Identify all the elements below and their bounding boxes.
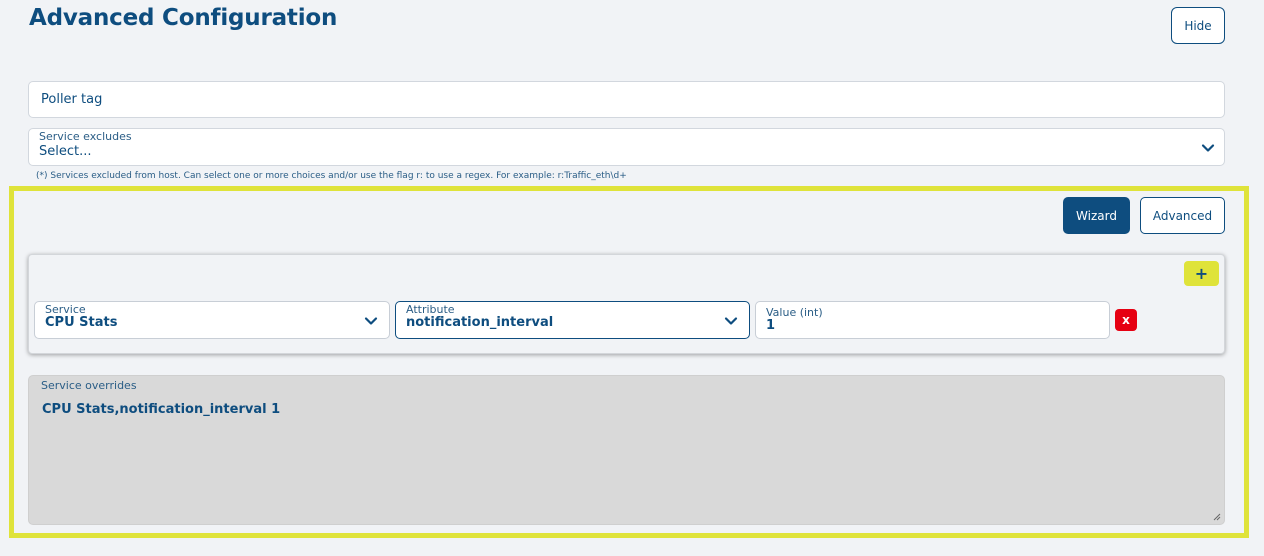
poller-tag-input[interactable]: Poller tag — [28, 81, 1225, 118]
service-select[interactable]: Service CPU Stats — [34, 301, 390, 339]
service-excludes-select[interactable]: Service excludes Select... — [28, 128, 1225, 166]
service-select-value: CPU Stats — [45, 315, 118, 330]
service-overrides-label: Service overrides — [41, 379, 137, 392]
value-input[interactable]: Value (int) 1 — [755, 301, 1110, 339]
advanced-button[interactable]: Advanced — [1140, 197, 1225, 234]
wizard-button[interactable]: Wizard — [1063, 197, 1130, 234]
service-overrides-value: CPU Stats,notification_interval 1 — [42, 402, 281, 417]
attribute-select-value: notification_interval — [406, 315, 554, 330]
poller-tag-value: Poller tag — [41, 92, 103, 107]
value-input-value: 1 — [766, 318, 776, 333]
service-excludes-help: (*) Services excluded from host. Can sel… — [36, 171, 627, 181]
hide-button[interactable]: Hide — [1171, 7, 1225, 44]
chevron-down-icon — [724, 317, 738, 325]
service-overrides-textarea[interactable]: Service overrides CPU Stats,notification… — [28, 375, 1225, 525]
remove-override-button[interactable]: x — [1115, 309, 1137, 331]
attribute-select[interactable]: Attribute notification_interval — [395, 301, 750, 339]
resize-grip-icon[interactable] — [1213, 513, 1221, 521]
add-override-button[interactable]: + — [1184, 261, 1219, 286]
chevron-down-icon — [1201, 144, 1215, 152]
service-excludes-label: Service excludes — [39, 130, 132, 143]
service-excludes-value: Select... — [39, 144, 92, 159]
chevron-down-icon — [364, 317, 378, 325]
page-title: Advanced Configuration — [29, 5, 338, 31]
